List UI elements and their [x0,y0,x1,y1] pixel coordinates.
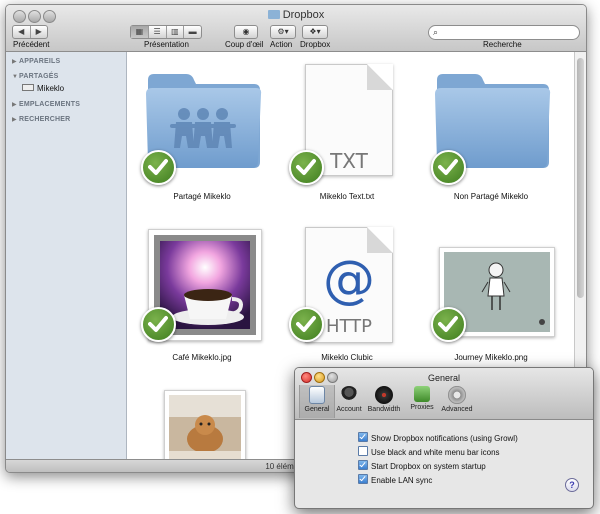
file-item[interactable] [152,387,292,472]
tab-proxies[interactable]: Proxies [405,385,439,418]
option-growl-notifications[interactable]: Show Dropbox notifications (using Growl) [358,432,518,443]
tab-label: Bandwidth [367,406,401,413]
file-item[interactable]: Partagé Mikeklo [132,60,272,210]
sidebar-section-places[interactable]: ▶ EMPLACEMENTS [12,101,80,108]
icon-view-icon[interactable]: ▦ [131,26,149,38]
tab-label: Account [336,406,362,413]
view-mode-control[interactable]: ▦ ☰ ▥ ▬ [130,25,202,39]
sidebar: ▶ APPAREILS ▼PARTAGÉS Mikeklo ▶ EMPLACEMEN… [6,52,127,459]
sync-check-icon [141,307,176,342]
file-item[interactable]: TXT Mikeklo Text.txt [277,60,417,210]
search-label: Recherche [483,40,522,49]
window-title-text: Dropbox [282,9,325,21]
folder-icon [267,10,280,19]
option-label: Start Dropbox on system startup [371,462,486,471]
search-icon: ⌕ [433,27,439,37]
preferences-toolbar: General General Account Bandwidth Proxie… [295,368,593,420]
tab-account[interactable]: Account [332,385,366,418]
option-bw-menubar-icons[interactable]: Use black and white menu bar icons [358,446,500,457]
sidebar-section-label: PARTAGÉS [19,73,59,80]
quicklook-label: Coup d'œil [225,40,264,49]
checkbox[interactable] [358,460,368,470]
file-item[interactable]: Journey Mikeklo.png [421,227,561,372]
file-name: Café Mikeklo.jpg [172,353,232,362]
sidebar-section-shared[interactable]: ▼PARTAGÉS [12,73,58,80]
sidebar-item-label: Mikeklo [37,84,65,93]
network-icon [414,386,430,402]
action-button[interactable]: ⚙▾ [270,25,296,39]
finder-toolbar: Dropbox ◀ ▶ Précédent ▦ ☰ ▥ ▬ Présentati… [6,5,586,52]
checkbox[interactable] [358,432,368,442]
option-label: Enable LAN sync [371,476,433,485]
eye-icon: ◉ [242,27,250,36]
sidebar-section-search[interactable]: ▶ RECHERCHER [12,116,70,123]
option-lan-sync[interactable]: Enable LAN sync [358,474,432,485]
person-icon [340,386,358,404]
sync-check-icon [431,307,466,342]
dropbox-icon: ❖▾ [309,27,321,36]
file-name: Journey Mikeklo.png [454,353,528,362]
file-name: Non Partagé Mikeklo [453,192,529,201]
sidebar-section-devices[interactable]: ▶ APPAREILS [12,58,60,65]
search-input[interactable] [443,26,573,37]
tab-advanced[interactable]: Advanced [437,385,477,418]
quicklook-button[interactable]: ◉ [234,25,258,39]
tab-general[interactable]: General [299,385,335,418]
checkbox[interactable] [358,446,368,456]
gear-icon [448,386,466,404]
dropbox-label: Dropbox [300,40,331,49]
option-label: Show Dropbox notifications (using Growl) [371,434,518,443]
search-field[interactable]: ⌕ [428,25,580,40]
option-start-on-startup[interactable]: Start Dropbox on system startup [358,460,486,471]
tab-label: General [304,406,330,413]
tab-bandwidth[interactable]: Bandwidth [367,385,401,418]
dropbox-button[interactable]: ❖▾ [302,25,328,39]
sync-check-icon [289,150,324,185]
disclosure-triangle-icon[interactable]: ▶ [12,58,19,65]
back-forward-control[interactable]: ◀ ▶ [12,25,48,39]
sync-check-icon [141,150,176,185]
disclosure-triangle-icon[interactable]: ▼ [12,74,19,80]
dog-photo-icon [169,395,241,467]
coverflow-view-icon[interactable]: ▬ [184,26,201,38]
preferences-title: General [427,373,461,383]
sidebar-item-mikeklo[interactable]: Mikeklo [22,84,64,93]
file-item[interactable]: Café Mikeklo.jpg [132,227,272,372]
preferences-window: General General Account Bandwidth Proxie… [294,367,594,509]
list-view-icon[interactable]: ☰ [149,26,167,38]
column-view-icon[interactable]: ▥ [167,26,185,38]
sidebar-section-label: APPAREILS [19,58,61,65]
view-label: Présentation [144,40,189,49]
help-button[interactable]: ? [565,478,579,492]
sync-check-icon [431,150,466,185]
general-switch-icon [309,386,325,404]
forward-arrow-icon[interactable]: ▶ [31,26,48,38]
file-name: Mikeklo Clubic [321,353,373,362]
sidebar-section-label: EMPLACEMENTS [19,101,81,108]
option-label: Use black and white menu bar icons [371,448,500,457]
at-symbol-icon: @ [323,250,375,310]
sync-check-icon [289,307,324,342]
disclosure-triangle-icon[interactable]: ▶ [12,116,19,123]
action-label: Action [270,40,293,49]
scrollbar-thumb[interactable] [577,58,584,298]
checkbox[interactable] [358,474,368,484]
sidebar-section-label: RECHERCHER [19,116,71,123]
tab-label: Proxies [410,404,434,411]
gear-icon: ⚙▾ [277,27,289,36]
computer-icon [22,84,34,91]
file-name: Mikeklo Text.txt [319,192,375,201]
back-label: Précédent [13,40,50,49]
tab-label: Advanced [441,406,473,413]
gauge-icon [375,386,393,404]
window-title: Dropbox [6,9,586,21]
back-arrow-icon[interactable]: ◀ [13,26,31,38]
disclosure-triangle-icon[interactable]: ▶ [12,101,19,108]
file-item[interactable]: Non Partagé Mikeklo [421,60,561,210]
file-item[interactable]: @ HTTP Mikeklo Clubic [277,227,417,372]
file-name: Partagé Mikeklo [173,192,231,201]
